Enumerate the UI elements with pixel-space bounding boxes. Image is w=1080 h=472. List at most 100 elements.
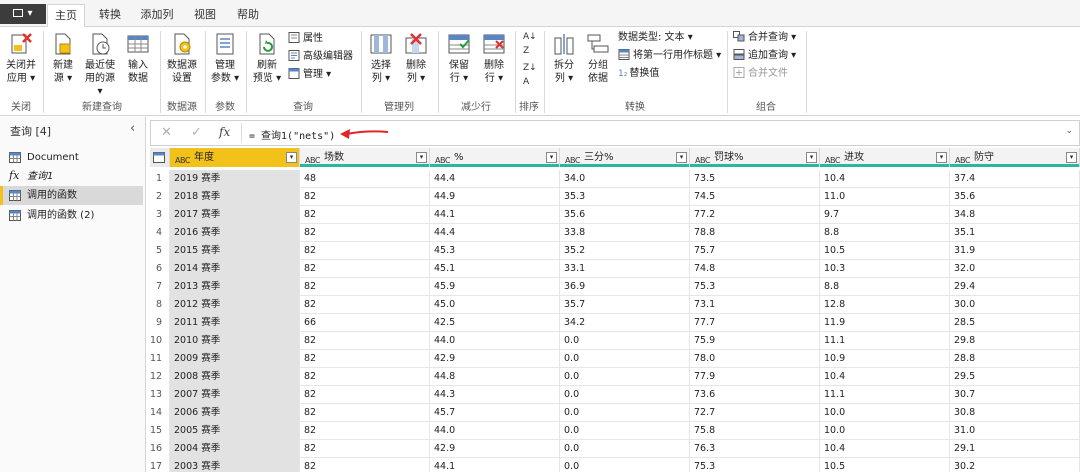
column-header[interactable]: ABC 罚球% ▾	[690, 148, 820, 167]
text-type-icon[interactable]: ABC	[435, 151, 450, 170]
table-cell[interactable]: 36.9	[560, 278, 690, 296]
table-cell[interactable]: 11.1	[820, 386, 950, 404]
group-by-button[interactable]: 分组 依据	[582, 32, 614, 85]
table-cell[interactable]: 82	[300, 278, 430, 296]
filter-dropdown-icon[interactable]: ▾	[1066, 152, 1077, 163]
new-source-button[interactable]: 新建源 ▾	[48, 32, 78, 85]
table-row[interactable]: 14 2006 赛季 82 45.7 0.0 72.7 10.0 30.8	[150, 404, 1080, 422]
table-cell[interactable]: 44.9	[430, 188, 560, 206]
column-header[interactable]: ABC 进攻 ▾	[820, 148, 950, 167]
table-cell[interactable]: 29.8	[950, 332, 1080, 350]
append-queries-button[interactable]: 追加查询 ▾	[733, 49, 796, 63]
table-cell[interactable]: 10.9	[820, 350, 950, 368]
table-cell[interactable]: 11.0	[820, 188, 950, 206]
table-cell[interactable]: 33.1	[560, 260, 690, 278]
collapse-pane-icon[interactable]: ‹	[130, 121, 135, 136]
refresh-preview-button[interactable]: 刷新 预览 ▾	[250, 32, 284, 85]
table-cell[interactable]: 45.7	[430, 404, 560, 422]
table-cell[interactable]: 8.8	[820, 278, 950, 296]
file-menu-button[interactable]: ▾	[0, 4, 46, 24]
column-header[interactable]: ABC% ▾	[430, 148, 560, 167]
table-cell[interactable]: 35.2	[560, 242, 690, 260]
table-cell[interactable]: 2015 赛季	[170, 242, 300, 260]
table-menu-button[interactable]	[150, 148, 170, 167]
table-cell[interactable]: 44.3	[430, 386, 560, 404]
text-type-icon[interactable]: ABC	[825, 151, 840, 170]
table-cell[interactable]: 44.4	[430, 224, 560, 242]
data-type-dropdown[interactable]: 数据类型: 文本 ▾	[618, 31, 693, 45]
tab-add-column[interactable]: 添加列	[137, 4, 177, 27]
table-cell[interactable]: 28.8	[950, 350, 1080, 368]
table-cell[interactable]: 44.0	[430, 332, 560, 350]
combine-files-button[interactable]: 合并文件	[733, 67, 788, 81]
query-item-query1[interactable]: fx 查询1	[0, 167, 143, 186]
advanced-editor-button[interactable]: 高级编辑器	[288, 50, 353, 64]
table-cell[interactable]: 0.0	[560, 332, 690, 350]
enter-data-button[interactable]: 输入 数据	[123, 32, 153, 85]
table-cell[interactable]: 10.0	[820, 404, 950, 422]
sort-ascending-button[interactable]: A↓ Z	[523, 30, 537, 58]
table-cell[interactable]: 75.9	[690, 332, 820, 350]
text-type-icon[interactable]: ABC	[305, 151, 320, 170]
text-type-icon[interactable]: ABC	[955, 151, 970, 170]
table-cell[interactable]: 72.7	[690, 404, 820, 422]
text-type-icon[interactable]: ABC	[695, 151, 710, 170]
table-cell[interactable]: 30.7	[950, 386, 1080, 404]
table-cell[interactable]: 10.4	[820, 368, 950, 386]
data-source-settings-button[interactable]: 数据源 设置	[163, 32, 201, 85]
table-cell[interactable]: 44.4	[430, 170, 560, 188]
column-header[interactable]: ABC 场数 ▾	[300, 148, 430, 167]
column-header[interactable]: ABC 防守 ▾	[950, 148, 1080, 167]
tab-view[interactable]: 视图	[189, 4, 221, 27]
table-cell[interactable]: 35.3	[560, 188, 690, 206]
table-cell[interactable]: 0.0	[560, 350, 690, 368]
table-cell[interactable]: 45.9	[430, 278, 560, 296]
table-cell[interactable]: 73.6	[690, 386, 820, 404]
table-cell[interactable]: 35.6	[560, 206, 690, 224]
table-row[interactable]: 2 2018 赛季 82 44.9 35.3 74.5 11.0 35.6	[150, 188, 1080, 206]
table-cell[interactable]: 35.1	[950, 224, 1080, 242]
table-cell[interactable]: 0.0	[560, 404, 690, 422]
filter-dropdown-icon[interactable]: ▾	[806, 152, 817, 163]
table-cell[interactable]: 2006 赛季	[170, 404, 300, 422]
table-cell[interactable]: 42.5	[430, 314, 560, 332]
table-cell[interactable]: 8.8	[820, 224, 950, 242]
table-row[interactable]: 16 2004 赛季 82 42.9 0.0 76.3 10.4 29.1	[150, 440, 1080, 458]
filter-dropdown-icon[interactable]: ▾	[546, 152, 557, 163]
table-cell[interactable]: 73.5	[690, 170, 820, 188]
table-cell[interactable]: 0.0	[560, 386, 690, 404]
table-row[interactable]: 9 2011 赛季 66 42.5 34.2 77.7 11.9 28.5	[150, 314, 1080, 332]
table-cell[interactable]: 44.1	[430, 458, 560, 472]
table-cell[interactable]: 82	[300, 188, 430, 206]
table-cell[interactable]: 34.8	[950, 206, 1080, 224]
table-cell[interactable]: 10.5	[820, 242, 950, 260]
table-cell[interactable]: 0.0	[560, 422, 690, 440]
table-cell[interactable]: 30.8	[950, 404, 1080, 422]
table-cell[interactable]: 0.0	[560, 458, 690, 472]
table-cell[interactable]: 0.0	[560, 368, 690, 386]
filter-dropdown-icon[interactable]: ▾	[936, 152, 947, 163]
table-cell[interactable]: 44.1	[430, 206, 560, 224]
table-cell[interactable]: 12.8	[820, 296, 950, 314]
expand-formula-icon[interactable]: ⌄	[1065, 126, 1073, 136]
table-cell[interactable]: 75.8	[690, 422, 820, 440]
table-cell[interactable]: 48	[300, 170, 430, 188]
table-cell[interactable]: 45.0	[430, 296, 560, 314]
confirm-icon[interactable]: ✓	[191, 125, 202, 140]
table-cell[interactable]: 34.0	[560, 170, 690, 188]
table-cell[interactable]: 77.9	[690, 368, 820, 386]
table-row[interactable]: 5 2015 赛季 82 45.3 35.2 75.7 10.5 31.9	[150, 242, 1080, 260]
table-cell[interactable]: 2005 赛季	[170, 422, 300, 440]
query-item-invoked-function[interactable]: 调用的函数	[0, 186, 143, 205]
table-cell[interactable]: 2009 赛季	[170, 350, 300, 368]
table-cell[interactable]: 66	[300, 314, 430, 332]
table-cell[interactable]: 44.0	[430, 422, 560, 440]
column-header[interactable]: ABC 三分% ▾	[560, 148, 690, 167]
table-row[interactable]: 6 2014 赛季 82 45.1 33.1 74.8 10.3 32.0	[150, 260, 1080, 278]
table-cell[interactable]: 2010 赛季	[170, 332, 300, 350]
table-cell[interactable]: 29.5	[950, 368, 1080, 386]
merge-queries-button[interactable]: 合并查询 ▾	[733, 31, 796, 45]
table-row[interactable]: 17 2003 赛季 82 44.1 0.0 75.3 10.5 30.2	[150, 458, 1080, 472]
filter-dropdown-icon[interactable]: ▾	[286, 152, 297, 163]
table-row[interactable]: 10 2010 赛季 82 44.0 0.0 75.9 11.1 29.8	[150, 332, 1080, 350]
